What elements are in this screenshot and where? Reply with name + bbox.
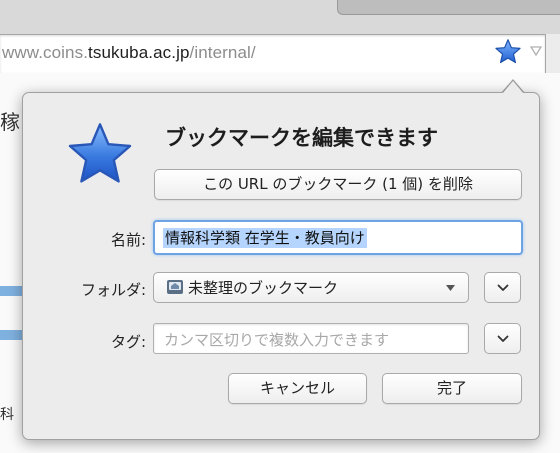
panel-pointer-inner (502, 81, 524, 94)
url-path: /internal/ (189, 43, 256, 62)
chevron-down-icon (497, 284, 509, 291)
star-icon (68, 123, 132, 183)
tags-label: タグ: (110, 333, 146, 351)
browser-tab[interactable] (337, 0, 560, 15)
page-text-fragment: 科 (0, 407, 14, 423)
remove-bookmark-button[interactable]: この URL のブックマーク (1 個) を削除 (154, 169, 522, 200)
name-input-value: 情報科学類 在学生・教員向け (163, 228, 367, 248)
url-dropdown-icon[interactable] (530, 46, 542, 56)
done-button[interactable]: 完了 (382, 373, 522, 404)
folder-expand-button[interactable] (484, 272, 521, 303)
url-text[interactable]: www.coins.tsukuba.ac.jp/internal/ (2, 43, 256, 63)
tags-expand-button[interactable] (484, 323, 521, 354)
page-decoration (0, 286, 22, 296)
tags-input-placeholder: カンマ区切りで複数入力できます (164, 331, 390, 349)
name-label: 名前: (110, 231, 146, 249)
url-domain: tsukuba.ac.jp (88, 43, 190, 62)
tab-strip (0, 0, 560, 34)
chevron-down-icon (446, 285, 455, 291)
url-bar[interactable]: www.coins.tsukuba.ac.jp/internal/ (0, 34, 546, 74)
folder-select[interactable]: 未整理のブックマーク (153, 272, 469, 303)
bookmark-star-icon[interactable] (494, 38, 522, 66)
url-prefix: www.coins. (2, 43, 89, 62)
panel-title: ブックマークを編集できます (165, 126, 438, 150)
tags-input[interactable]: カンマ区切りで複数入力できます (153, 323, 469, 354)
page-heading-fragment: 稼 (0, 110, 20, 134)
page-decoration (0, 330, 22, 340)
folder-label: フォルダ: (80, 281, 146, 299)
folder-select-value: 未整理のブックマーク (188, 279, 339, 297)
chevron-down-icon (497, 335, 509, 342)
bookmark-folder-icon (167, 280, 183, 294)
cancel-button[interactable]: キャンセル (228, 373, 367, 404)
name-input[interactable]: 情報科学類 在学生・教員向け (153, 220, 523, 255)
